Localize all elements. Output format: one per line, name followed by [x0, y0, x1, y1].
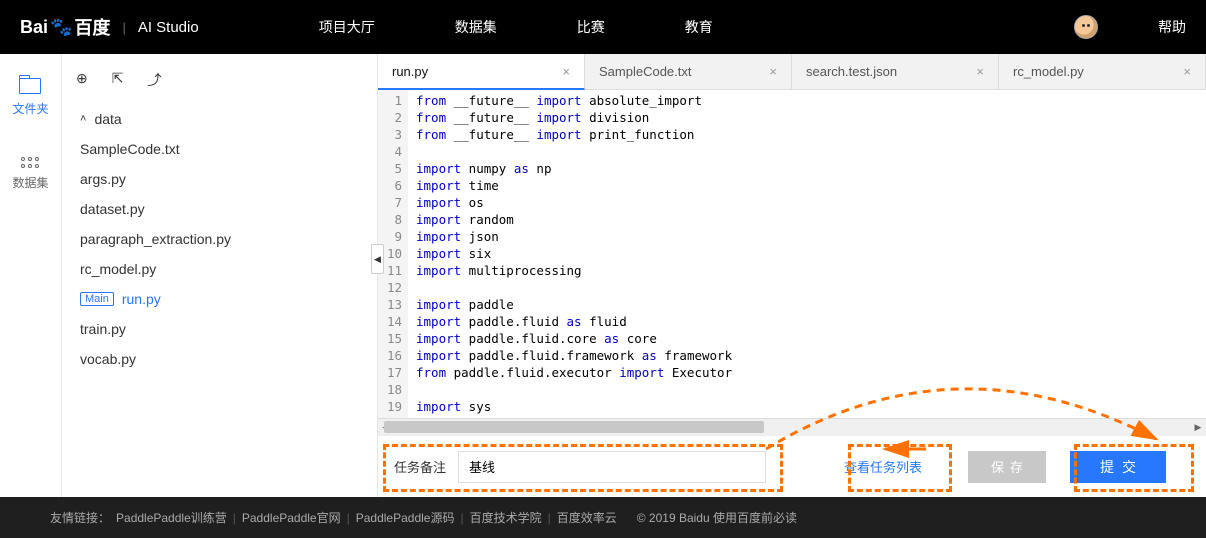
tree-file[interactable]: paragraph_extraction.py [72, 224, 357, 254]
collapse-sidebar-icon[interactable]: ◀ [371, 244, 384, 274]
top-nav: 项目大厅 数据集 比赛 教育 [319, 17, 713, 37]
scroll-right-icon[interactable]: ▶ [1190, 419, 1206, 435]
rail-files[interactable]: 文件夹 [12, 78, 48, 117]
footer: 友情链接： PaddlePaddle训练营|PaddlePaddle官网|Pad… [0, 497, 1206, 538]
tree-file[interactable]: rc_model.py [72, 254, 357, 284]
scroll-thumb[interactable] [384, 421, 764, 433]
left-rail: 文件夹 数据集 [0, 54, 62, 497]
chevron-down-icon: ˄ [80, 113, 86, 125]
folder-icon [19, 78, 41, 94]
main: 文件夹 数据集 ⊕ ⇱ ⤴ ˄ data SampleCode.txtargs.… [0, 54, 1206, 497]
logo[interactable]: Bai🐾百度 | AI Studio [20, 14, 199, 40]
editor-tab[interactable]: SampleCode.txt × [585, 54, 792, 89]
tree-file-run[interactable]: Main run.py [72, 284, 357, 314]
footer-link[interactable]: 百度技术学院 [470, 511, 542, 525]
avatar[interactable] [1074, 15, 1098, 39]
editor-tab[interactable]: run.py × [378, 54, 585, 90]
footer-copyright: © 2019 Baidu 使用百度前必读 [637, 509, 797, 526]
submit-button[interactable]: 提交 [1070, 451, 1166, 483]
footer-link[interactable]: PaddlePaddle官网 [242, 511, 341, 525]
tab-label: search.test.json [806, 64, 897, 79]
file-toolbar: ⊕ ⇱ ⤴ [72, 66, 357, 104]
rail-datasets[interactable]: 数据集 [12, 157, 48, 191]
close-icon[interactable]: × [769, 64, 777, 79]
tab-label: run.py [392, 64, 428, 79]
task-bar: 任务备注 查看任务列表 保存 提交 [378, 435, 1206, 497]
footer-link[interactable]: PaddlePaddle源码 [356, 511, 455, 525]
close-icon[interactable]: × [976, 64, 984, 79]
header: Bai🐾百度 | AI Studio 项目大厅 数据集 比赛 教育 帮助 [0, 0, 1206, 54]
code-area[interactable]: 123456789101112131415161718192021222324 … [378, 90, 1206, 418]
file-tree: ˄ data SampleCode.txtargs.pydataset.pypa… [72, 104, 357, 374]
editor-tab[interactable]: rc_model.py × [999, 54, 1206, 89]
footer-prefix: 友情链接： [50, 509, 110, 526]
tree-file[interactable]: SampleCode.txt [72, 134, 357, 164]
nav-projects[interactable]: 项目大厅 [319, 17, 375, 37]
tab-label: rc_model.py [1013, 64, 1084, 79]
close-icon[interactable]: × [1183, 64, 1191, 79]
new-file-icon[interactable]: ⊕ [76, 70, 88, 90]
tree-file[interactable]: args.py [72, 164, 357, 194]
close-icon[interactable]: × [562, 64, 570, 79]
tree-file[interactable]: dataset.py [72, 194, 357, 224]
footer-link[interactable]: PaddlePaddle训练营 [116, 511, 227, 525]
editor: ◀ run.py×SampleCode.txt×search.test.json… [377, 54, 1206, 497]
tree-folder-data[interactable]: ˄ data [72, 104, 357, 134]
grid-icon [21, 157, 39, 168]
view-task-list-link[interactable]: 查看任务列表 [844, 457, 922, 476]
tab-label: SampleCode.txt [599, 64, 692, 79]
task-input[interactable] [458, 451, 766, 483]
upload-icon[interactable]: ⤴ [147, 70, 161, 90]
task-label: 任务备注 [394, 457, 446, 476]
save-button[interactable]: 保存 [968, 451, 1046, 483]
nav-competitions[interactable]: 比赛 [577, 17, 605, 37]
tree-file[interactable]: train.py [72, 314, 357, 344]
main-badge: Main [80, 292, 114, 306]
new-folder-icon[interactable]: ⇱ [112, 70, 124, 90]
file-panel: ⊕ ⇱ ⤴ ˄ data SampleCode.txtargs.pydatase… [62, 54, 377, 497]
editor-tab[interactable]: search.test.json × [792, 54, 999, 89]
editor-tabs: run.py×SampleCode.txt×search.test.json×r… [378, 54, 1206, 90]
help-link[interactable]: 帮助 [1158, 17, 1186, 37]
nav-education[interactable]: 教育 [685, 17, 713, 37]
nav-datasets[interactable]: 数据集 [455, 17, 497, 37]
code-content[interactable]: from __future__ import absolute_importfr… [408, 90, 740, 418]
tree-file[interactable]: vocab.py [72, 344, 357, 374]
h-scrollbar[interactable]: ◀ ▶ [378, 418, 1206, 435]
footer-link[interactable]: 百度效率云 [557, 511, 617, 525]
